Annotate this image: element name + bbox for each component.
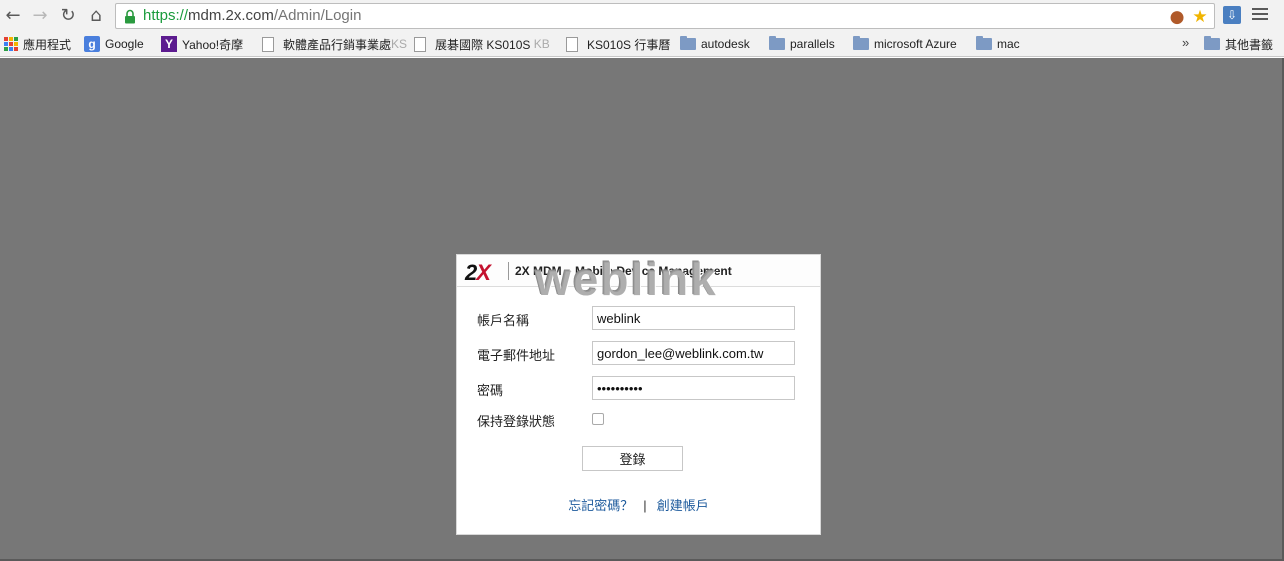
bookmark-folder-mac[interactable]: mac xyxy=(976,35,1020,53)
bookmark-page-1[interactable]: 軟體產品行銷事業處 KS xyxy=(262,35,407,53)
password-input[interactable] xyxy=(592,376,795,400)
star-icon[interactable]: ★ xyxy=(1190,7,1210,27)
bookmark-apps[interactable]: 應用程式 xyxy=(4,35,71,53)
bookmark-label: Google xyxy=(105,37,144,51)
back-icon[interactable]: ← xyxy=(1,4,25,28)
bookmark-label: mac xyxy=(997,37,1020,51)
remember-checkbox[interactable] xyxy=(592,413,604,425)
google-icon: g xyxy=(84,36,100,52)
bookmark-yahoo[interactable]: Y Yahoo!奇摩 xyxy=(161,35,243,53)
bookmark-label-faded: KS xyxy=(391,37,408,51)
bookmark-label: 軟體產品行銷事業處 xyxy=(283,37,392,52)
bookmark-label: KS010S 行事曆 xyxy=(587,37,671,52)
password-label: 密碼 xyxy=(477,383,504,398)
logo-digit: 2 xyxy=(465,260,477,285)
folder-icon xyxy=(769,36,785,50)
forward-icon[interactable]: → xyxy=(28,4,52,28)
link-separator: | xyxy=(643,498,647,513)
watermark: weblink xyxy=(535,253,718,305)
bookmark-label: autodesk xyxy=(701,37,750,51)
bookmark-label: 展碁國際 KS010S xyxy=(435,37,531,52)
folder-icon xyxy=(976,36,992,50)
username-label: 帳戶名稱 xyxy=(477,313,530,328)
brand-logo: 2X xyxy=(465,260,491,286)
email-input[interactable] xyxy=(592,341,795,365)
apps-icon xyxy=(4,37,18,51)
extension-icon[interactable]: ● xyxy=(1167,7,1187,27)
url-host: mdm.2x.com xyxy=(188,7,274,24)
username-input[interactable] xyxy=(592,306,795,330)
folder-icon xyxy=(1204,36,1220,50)
logo-divider xyxy=(508,262,509,280)
login-dialog: 2X 2X MDM – Mobile Device Management web… xyxy=(456,253,821,535)
folder-icon xyxy=(680,36,696,50)
bookmark-google[interactable]: g Google xyxy=(84,35,144,53)
bookmarks-overflow-button[interactable]: » xyxy=(1182,35,1189,50)
logo-x: X xyxy=(476,260,491,285)
create-account-link[interactable]: 創建帳戶 xyxy=(657,498,709,513)
account-links: 忘記密碼？ | 創建帳戶 xyxy=(457,495,820,514)
bookmarks-bar: 應用程式 g Google Y Yahoo!奇摩 軟體產品行銷事業處 KS 展碁國… xyxy=(0,32,1284,57)
bookmark-label: microsoft Azure xyxy=(874,37,957,51)
menu-icon[interactable] xyxy=(1252,8,1268,22)
bookmark-label: 其他書籤 xyxy=(1225,37,1274,52)
email-label: 電子郵件地址 xyxy=(477,348,556,363)
download-icon[interactable]: ⇩ xyxy=(1223,6,1241,24)
folder-icon xyxy=(853,36,869,50)
bookmark-folder-parallels[interactable]: parallels xyxy=(769,35,835,53)
login-header: 2X 2X MDM – Mobile Device Management web… xyxy=(457,253,820,305)
bookmark-page-2[interactable]: 展碁國際 KS010S KB xyxy=(414,35,550,53)
url-path: /Admin/Login xyxy=(273,7,362,24)
page-icon xyxy=(414,36,426,52)
bookmark-page-3[interactable]: KS010S 行事曆 xyxy=(566,35,670,53)
browser-toolbar: ← → ↻ ⌂ https://mdm.2x.com/Admin/Login ●… xyxy=(0,0,1284,32)
bookmark-folder-autodesk[interactable]: autodesk xyxy=(680,35,750,53)
address-bar[interactable]: https://mdm.2x.com/Admin/Login ● ★ xyxy=(115,3,1215,29)
bookmark-folder-azure[interactable]: microsoft Azure xyxy=(853,35,957,53)
bookmark-folder-other[interactable]: 其他書籤 xyxy=(1204,35,1273,53)
bookmark-label: Yahoo!奇摩 xyxy=(182,37,244,52)
yahoo-icon: Y xyxy=(161,36,177,52)
login-button[interactable]: 登錄 xyxy=(582,446,683,471)
bookmark-label: parallels xyxy=(790,37,835,51)
forgot-password-link[interactable]: 忘記密碼？ xyxy=(568,498,633,513)
home-icon[interactable]: ⌂ xyxy=(84,4,108,28)
bookmark-label-faded: KB xyxy=(533,37,550,51)
lock-icon xyxy=(125,9,135,24)
url-text: https://mdm.2x.com/Admin/Login xyxy=(143,7,361,24)
bookmark-label: 應用程式 xyxy=(23,37,72,52)
url-scheme: https:// xyxy=(143,7,189,24)
reload-icon[interactable]: ↻ xyxy=(56,4,80,28)
remember-label: 保持登錄狀態 xyxy=(477,414,556,429)
page-icon xyxy=(262,36,274,52)
page-icon xyxy=(566,36,578,52)
